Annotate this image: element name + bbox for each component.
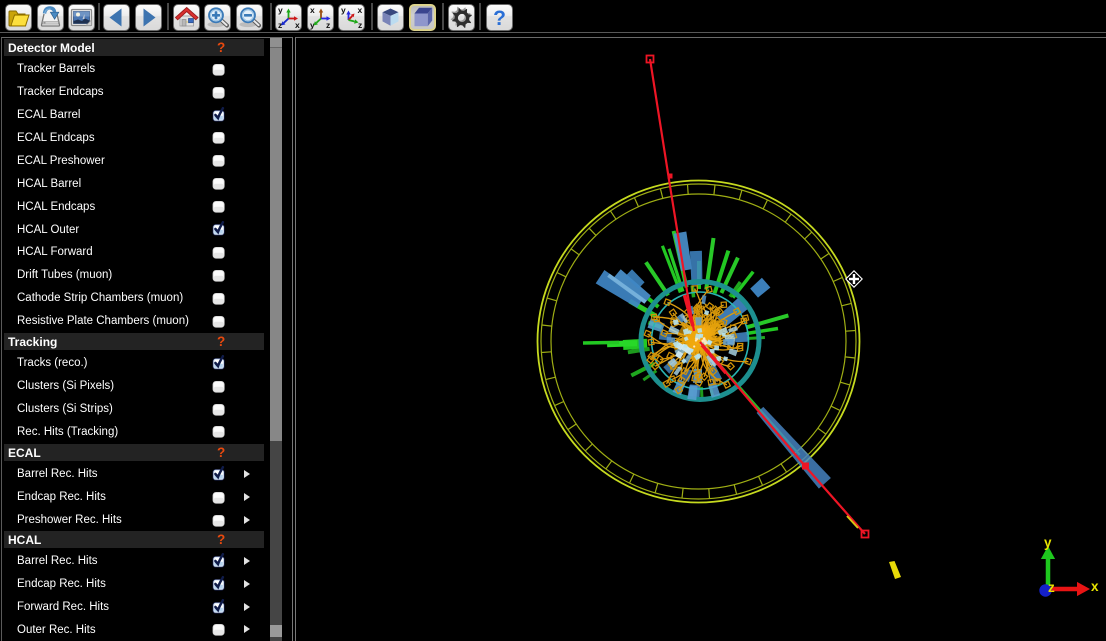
svg-text:x: x [358, 5, 363, 15]
svg-text:x: x [310, 5, 315, 15]
svg-text:z: z [358, 20, 362, 30]
svg-text:y: y [341, 5, 346, 15]
svg-text:z: z [326, 20, 330, 30]
svg-text:x: x [1091, 579, 1099, 594]
svg-text:y: y [1044, 535, 1052, 550]
svg-text:?: ? [493, 7, 506, 30]
svg-text:z: z [1048, 580, 1055, 595]
